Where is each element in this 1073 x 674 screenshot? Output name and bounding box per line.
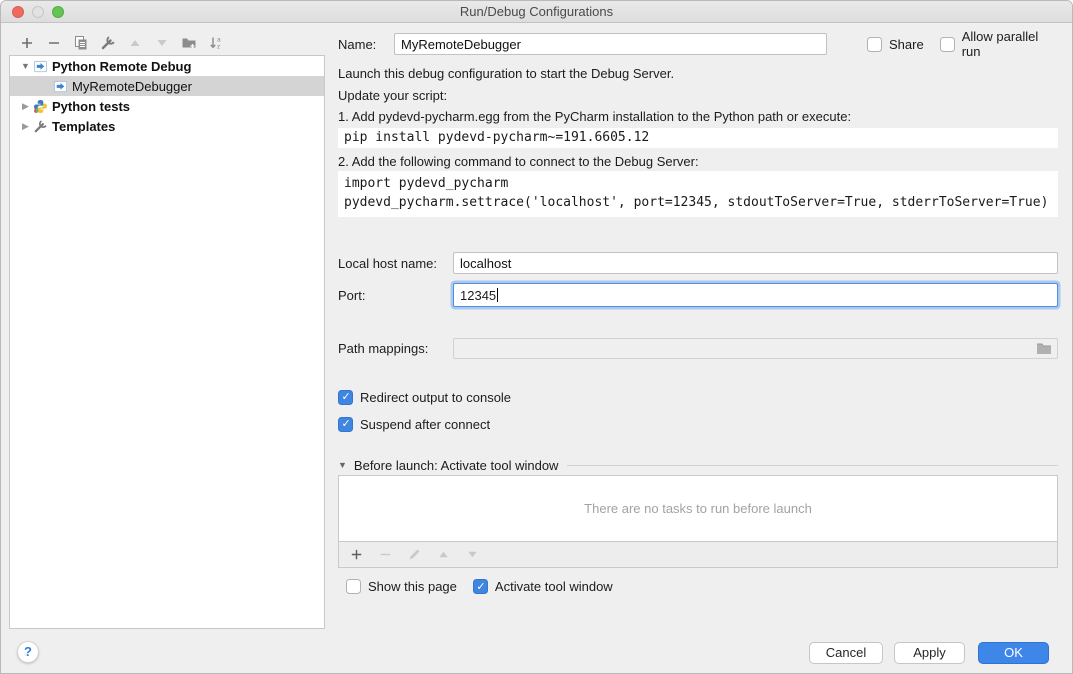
folder-plus-icon xyxy=(181,35,197,51)
chevron-down-icon[interactable]: ▼ xyxy=(19,61,32,71)
before-launch-title: Before launch: Activate tool window xyxy=(354,458,559,473)
before-launch-task-list[interactable]: There are no tasks to run before launch xyxy=(338,475,1058,542)
local-host-input[interactable] xyxy=(453,252,1058,274)
tree-item-python-tests[interactable]: ▶ Python tests xyxy=(10,96,324,116)
port-row: Port: 12345 xyxy=(338,282,1058,308)
instruction-step-2: 2. Add the following command to connect … xyxy=(338,154,1058,170)
activate-tool-window-label: Activate tool window xyxy=(495,579,613,594)
remove-configuration-button[interactable] xyxy=(46,35,62,51)
configurations-tree: ▼ Python Remote Debug MyRemoteDebugger ▶… xyxy=(9,55,325,629)
sort-az-icon: az xyxy=(208,35,224,51)
triangle-up-icon xyxy=(437,548,450,561)
run-debug-configurations-dialog: Run/Debug Configurations az ▼ Python Rem… xyxy=(0,0,1073,674)
help-button[interactable]: ? xyxy=(17,641,39,663)
wrench-icon xyxy=(100,35,116,51)
name-row: Name: Share Allow parallel run xyxy=(338,32,1058,56)
configuration-editor: Name: Share Allow parallel run Launch th… xyxy=(338,1,1065,674)
move-task-down-button xyxy=(464,547,480,563)
tree-item-templates[interactable]: ▶ Templates xyxy=(10,116,324,136)
folder-icon[interactable] xyxy=(1036,341,1052,359)
share-checkbox[interactable] xyxy=(867,37,882,52)
zoom-window-button[interactable] xyxy=(52,6,64,18)
new-folder-button[interactable] xyxy=(181,35,197,51)
name-label: Name: xyxy=(338,37,394,52)
code-line: import pydevd_pycharm xyxy=(344,174,1052,193)
local-host-row: Local host name: xyxy=(338,252,1058,274)
minimize-window-button xyxy=(32,6,44,18)
text-caret xyxy=(497,288,498,302)
empty-tasks-message: There are no tasks to run before launch xyxy=(584,501,812,516)
share-label: Share xyxy=(889,37,924,52)
tree-item-label: Templates xyxy=(52,119,115,134)
tree-item-myremotedebugger[interactable]: MyRemoteDebugger xyxy=(10,76,324,96)
local-host-label: Local host name: xyxy=(338,256,453,271)
show-this-page-checkbox[interactable] xyxy=(346,579,361,594)
port-label: Port: xyxy=(338,288,453,303)
remove-task-button xyxy=(377,547,393,563)
path-mappings-input[interactable] xyxy=(453,338,1058,359)
instruction-step-1: 1. Add pydevd-pycharm.egg from the PyCha… xyxy=(338,109,1058,125)
copy-icon xyxy=(73,35,89,51)
instruction-line-1: Launch this debug configuration to start… xyxy=(338,66,1058,82)
port-input[interactable]: 12345 xyxy=(453,283,1058,307)
apply-button[interactable]: Apply xyxy=(894,642,965,664)
tree-item-label: MyRemoteDebugger xyxy=(72,79,192,94)
name-input[interactable] xyxy=(394,33,827,55)
chevron-right-icon[interactable]: ▶ xyxy=(19,101,32,112)
tree-item-python-remote-debug[interactable]: ▼ Python Remote Debug xyxy=(10,56,324,76)
before-launch-toolbar xyxy=(338,541,1058,568)
triangle-up-icon xyxy=(128,36,142,50)
sort-alphabetically-button[interactable]: az xyxy=(208,35,224,51)
code-line: pydevd_pycharm.settrace('localhost', por… xyxy=(344,193,1052,212)
tree-item-label: Python tests xyxy=(52,99,130,114)
add-task-button[interactable] xyxy=(348,547,364,563)
minus-icon xyxy=(46,35,62,51)
suspend-after-connect-row: Suspend after connect xyxy=(338,416,1058,432)
add-configuration-button[interactable] xyxy=(19,35,35,51)
settrace-code-block[interactable]: import pydevd_pycharmpydevd_pycharm.sett… xyxy=(338,171,1058,217)
port-value: 12345 xyxy=(460,288,496,303)
suspend-after-connect-label: Suspend after connect xyxy=(360,417,490,432)
separator-line xyxy=(567,465,1058,466)
pencil-icon xyxy=(407,547,422,562)
triangle-down-icon xyxy=(155,36,169,50)
edit-configuration-button[interactable] xyxy=(100,35,116,51)
configurations-toolbar: az xyxy=(19,33,224,53)
minus-icon xyxy=(378,547,393,562)
move-down-button xyxy=(154,35,170,51)
triangle-down-icon xyxy=(466,548,479,561)
move-up-button xyxy=(127,35,143,51)
python-tests-icon xyxy=(32,98,48,114)
edit-task-button xyxy=(406,547,422,563)
plus-icon xyxy=(19,35,35,51)
wrench-icon xyxy=(32,118,48,134)
before-launch-header[interactable]: ▼ Before launch: Activate tool window xyxy=(338,457,1058,473)
cancel-button[interactable]: Cancel xyxy=(809,642,883,664)
pip-install-command[interactable]: pip install pydevd-pycharm~=191.6605.12 xyxy=(338,128,1058,148)
redirect-output-row: Redirect output to console xyxy=(338,389,1058,405)
close-window-button[interactable] xyxy=(12,6,24,18)
instruction-line-2: Update your script: xyxy=(338,88,1058,104)
allow-parallel-run-checkbox[interactable] xyxy=(940,37,955,52)
activate-tool-window-checkbox[interactable] xyxy=(473,579,488,594)
plus-icon xyxy=(349,547,364,562)
ok-button[interactable]: OK xyxy=(978,642,1049,664)
redirect-output-checkbox[interactable] xyxy=(338,390,353,405)
chevron-down-icon[interactable]: ▼ xyxy=(338,460,347,470)
copy-configuration-button[interactable] xyxy=(73,35,89,51)
move-task-up-button xyxy=(435,547,451,563)
suspend-after-connect-checkbox[interactable] xyxy=(338,417,353,432)
allow-parallel-run-label: Allow parallel run xyxy=(962,29,1058,59)
path-mappings-row: Path mappings: xyxy=(338,337,1058,359)
svg-text:z: z xyxy=(217,44,220,51)
page-options-row: Show this page Activate tool window xyxy=(338,578,1058,595)
run-config-icon xyxy=(52,78,68,94)
tree-item-label: Python Remote Debug xyxy=(52,59,191,74)
chevron-right-icon[interactable]: ▶ xyxy=(19,121,32,132)
run-config-icon xyxy=(32,58,48,74)
show-this-page-label: Show this page xyxy=(368,579,457,594)
path-mappings-label: Path mappings: xyxy=(338,341,453,356)
redirect-output-label: Redirect output to console xyxy=(360,390,511,405)
svg-text:a: a xyxy=(217,37,221,44)
